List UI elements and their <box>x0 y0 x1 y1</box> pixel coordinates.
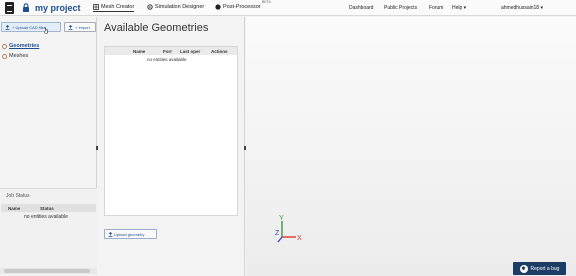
axis-triad: Y Z X <box>275 215 302 243</box>
tree-item-label: Meshes <box>9 53 29 59</box>
page-title: Available Geometries <box>104 22 209 34</box>
column-header-status[interactable]: Status <box>40 206 54 211</box>
upload-cad-label: + Upload CAD files <box>12 24 46 30</box>
geometries-table-header: Name Forr Last oper Actions <box>105 47 237 55</box>
upload-cad-button[interactable]: + Upload CAD files <box>1 22 61 32</box>
column-header-format[interactable]: Forr <box>163 49 172 54</box>
user-menu[interactable]: ahmedhussain18 ▾ <box>501 5 543 11</box>
sphere-icon <box>215 4 221 10</box>
link-forum[interactable]: Forum <box>429 5 443 11</box>
left-panel: + Upload CAD files + Import Geometries M… <box>0 17 97 276</box>
nav-post-processor[interactable]: Post-Processor <box>215 4 261 10</box>
beta-badge: BETA <box>262 0 271 4</box>
lock-icon <box>23 3 29 12</box>
horizontal-scrollbar[interactable] <box>0 268 97 274</box>
y-axis-label: Y <box>279 215 284 222</box>
upload-geometry-button[interactable]: Upload geometry <box>104 229 157 239</box>
column-header-name[interactable]: Name <box>8 206 20 211</box>
gear-icon <box>147 4 153 10</box>
report-bug-label: Report a bug <box>530 265 560 272</box>
scrollbar-thumb[interactable] <box>4 269 90 273</box>
nav-label: Simulation Designer <box>155 4 205 10</box>
nav-mesh-creator[interactable]: Mesh Creator <box>93 4 135 12</box>
tree-item-label: Geometries <box>9 43 40 49</box>
bug-icon: ✱ <box>519 264 528 273</box>
upload-geometry-label: Upload geometry <box>114 231 145 237</box>
column-header-actions[interactable]: Actions <box>211 49 228 54</box>
tree-item-meshes[interactable]: Meshes <box>2 53 28 59</box>
project-title[interactable]: my project <box>35 3 81 13</box>
menu-icon[interactable] <box>5 2 14 14</box>
job-status-panel: Job Status Name Status no entities avail… <box>0 188 97 276</box>
import-button[interactable]: + Import <box>64 22 96 32</box>
job-status-header: Name Status <box>1 204 96 212</box>
upload-icon <box>68 24 73 30</box>
top-bar: my project Mesh Creator Simulation Desig… <box>0 0 576 16</box>
report-bug-button[interactable]: ✱ Report a bug <box>513 262 566 275</box>
nav-label: Post-Processor <box>223 4 261 10</box>
nav-label: Mesh Creator <box>101 4 135 10</box>
upload-icon <box>5 24 10 30</box>
job-status-empty: no entities available <box>24 214 68 220</box>
grid-icon <box>93 4 99 10</box>
mouse-cursor-icon <box>44 27 48 34</box>
tree-node-icon <box>2 43 7 49</box>
link-help[interactable]: Help ▾ <box>452 5 466 11</box>
3d-viewport[interactable]: Y Z X ✱ Report a bug <box>246 17 576 276</box>
column-header-last-operation[interactable]: Last oper <box>180 49 200 54</box>
link-dashboard[interactable]: Dashboard <box>349 5 373 11</box>
column-header-name[interactable]: Name <box>133 49 145 54</box>
x-axis-label: X <box>297 235 302 242</box>
geometries-table: Name Forr Last oper Actions no entities … <box>104 46 238 216</box>
import-label: + Import <box>75 24 90 30</box>
tree-item-geometries[interactable]: Geometries <box>2 43 39 49</box>
job-status-title: Job Status <box>6 193 30 199</box>
upload-icon <box>108 231 113 237</box>
geometries-empty: no entities available <box>147 57 187 62</box>
z-axis-label: Z <box>275 230 280 237</box>
z-axis-line <box>277 236 283 243</box>
center-panel: Available Geometries Name Forr Last oper… <box>98 17 245 276</box>
tree-node-icon <box>2 53 7 59</box>
link-public-projects[interactable]: Public Projects <box>384 5 417 11</box>
nav-simulation-designer[interactable]: Simulation Designer <box>147 4 204 10</box>
